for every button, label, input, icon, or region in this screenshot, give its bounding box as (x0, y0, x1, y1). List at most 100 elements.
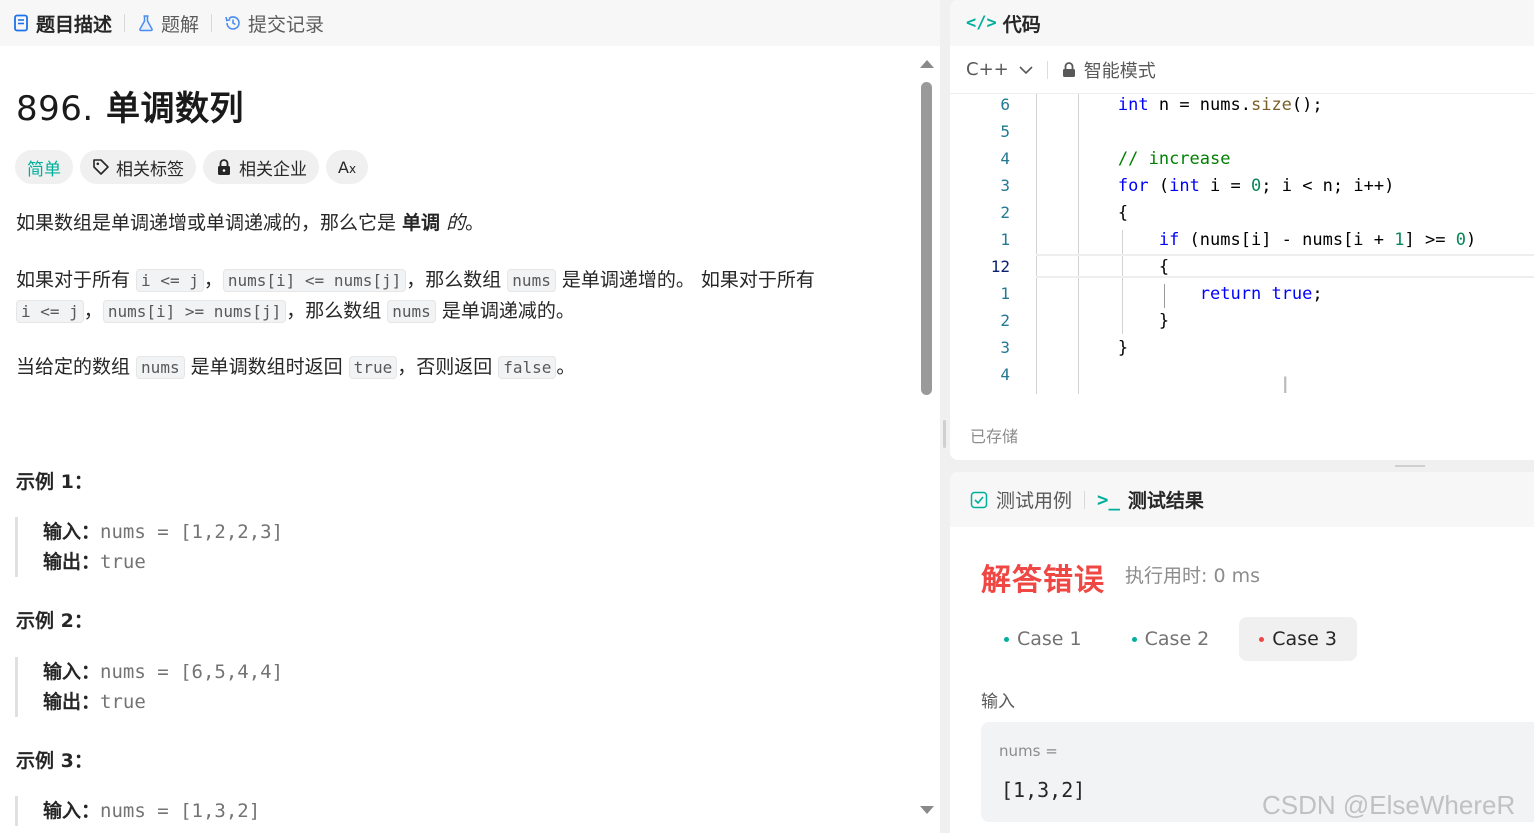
terminal-icon: >_ (1097, 488, 1120, 511)
tab-testresult-label: 测试结果 (1127, 490, 1204, 512)
horizontal-splitter[interactable] (950, 460, 1534, 472)
line-number-gutter: 6 5 4 3 2 1 12 1 2 3 4 (950, 94, 1010, 391)
input-variable-name: nums = (999, 742, 1058, 760)
line-number: 4 (1000, 365, 1010, 384)
input-label: 输入： (43, 800, 101, 822)
input-value: nums = [6,5,4,4] (100, 661, 284, 683)
translate-button[interactable]: Ax (326, 150, 369, 184)
line-number: 2 (1000, 311, 1010, 330)
example-2-title: 示例 2： (16, 610, 93, 632)
language-select[interactable]: C++ (966, 59, 1033, 80)
text: 是单调数组时返回 (184, 356, 349, 378)
tag-icon (93, 159, 109, 175)
problem-content: 896. 单调数列 简单 相关标签 相关企业 Ax 如果数组是单调递增或单调递减… (0, 46, 912, 833)
code-line: { (1036, 257, 1170, 277)
problem-name: 单调数列 (106, 89, 245, 129)
code-editor[interactable]: 6 5 4 3 2 1 12 1 2 3 4 int n = nums.size… (950, 94, 1534, 396)
line-number: 4 (1000, 149, 1010, 168)
topics-tag-button[interactable]: 相关标签 (80, 150, 196, 184)
code-panel: </> 代码 C++ 智能模式 6 5 4 3 2 1 12 1 2 3 4 i… (950, 0, 1534, 460)
companies-tag-button[interactable]: 相关企业 (203, 150, 319, 184)
line-number: 2 (1000, 203, 1010, 222)
code-line: // increase (1117, 149, 1231, 169)
example-3-block: 输入：nums = [1,3,2] (15, 796, 260, 826)
description-paragraph-2: 如果对于所有 i <= j， nums[i] <= nums[j] ，那么数组 nu… (16, 265, 906, 327)
case-2-tab[interactable]: Case 2 (1112, 617, 1230, 661)
result-panel: 测试用例 >_ 测试结果 解答错误 执行用时: 0 ms Case 1 Case… (950, 472, 1534, 833)
editor-toolbar: C++ 智能模式 (950, 46, 1534, 94)
code-line: int n = nums.size(); (1117, 95, 1323, 115)
language-label: C++ (966, 59, 1009, 80)
italic-text: 的 (446, 212, 466, 234)
text: ，否则返回 (397, 356, 499, 378)
problem-panel: 题目描述 题解 提交记录 896. 单调数列 简单 相关标签 相关企业 Ax 如… (0, 0, 940, 833)
inline-code: true (348, 356, 398, 379)
code-line: if (nums[i] - nums[i + 1] >= 0) (1158, 230, 1477, 250)
scroll-up-arrow-icon[interactable] (920, 60, 934, 68)
splitter-grip[interactable] (943, 420, 946, 448)
text: ， (83, 300, 103, 322)
tab-description-label: 题目描述 (36, 13, 113, 36)
example-1-title: 示例 1： (16, 471, 93, 493)
tab-testcases[interactable]: 测试用例 (970, 486, 1072, 513)
tab-divider (124, 14, 126, 32)
scrollbar[interactable] (916, 58, 938, 816)
runtime-text: 执行用时: 0 ms (1125, 565, 1260, 587)
chevron-down-icon (1019, 65, 1033, 74)
code-line: } (1036, 338, 1129, 358)
code-line: } (1036, 311, 1170, 331)
tab-submissions[interactable]: 提交记录 (224, 10, 324, 37)
inline-code: nums (507, 269, 556, 292)
case-label: Case 1 (1017, 628, 1082, 650)
tag-row: 简单 相关标签 相关企业 Ax (15, 150, 369, 184)
pass-dot-icon (1004, 636, 1009, 642)
current-line-number: 12 (990, 257, 1010, 276)
description-paragraph-1: 如果数组是单调递增或单调递减的，那么它是 单调 的。 (16, 208, 906, 239)
line-number: 3 (1000, 176, 1010, 195)
text: 如果对于所有 (16, 269, 137, 291)
save-status: 已存储 (970, 427, 1019, 446)
output-label: 输出： (43, 691, 101, 713)
line-number: 1 (1000, 230, 1010, 249)
example-2-block: 输入：nums = [6,5,4,4] 输出：true (15, 657, 283, 717)
code-lines: int n = nums.size(); // increase for (in… (1036, 94, 1534, 391)
tab-description[interactable]: 题目描述 (12, 10, 112, 37)
pass-dot-icon (1131, 636, 1137, 642)
mode-select[interactable]: 智能模式 (1062, 57, 1156, 83)
splitter-grip[interactable] (1395, 465, 1425, 467)
case-1-tab[interactable]: Case 1 (984, 617, 1102, 661)
text: 是单调递增的。 如果对于所有 (555, 269, 815, 291)
text: 。 (465, 212, 485, 234)
scroll-down-arrow-icon[interactable] (920, 806, 934, 814)
tab-testcases-label: 测试用例 (996, 490, 1073, 512)
text: ，那么数组 (406, 269, 508, 291)
difficulty-badge[interactable]: 简单 (15, 150, 73, 184)
inline-code: i <= j (136, 269, 204, 292)
text-cursor-icon: I (1282, 374, 1289, 400)
tab-solutions[interactable]: 题解 (137, 10, 199, 37)
text: ， (203, 269, 223, 291)
bold-text: 单调 (402, 212, 441, 234)
lock-icon (1062, 61, 1075, 77)
text: 是单调递减的。 (435, 300, 575, 322)
code-header: </> 代码 (950, 0, 1534, 46)
line-number: 5 (1000, 122, 1010, 141)
fail-dot-icon (1259, 636, 1265, 642)
flask-icon (139, 15, 153, 32)
translate-icon: Ax (338, 157, 357, 177)
difficulty-label: 简单 (27, 159, 61, 180)
inline-code: nums (136, 356, 185, 379)
doc-icon (14, 14, 28, 32)
mode-label: 智能模式 (1083, 60, 1156, 82)
case-3-tab[interactable]: Case 3 (1239, 617, 1357, 661)
scrollbar-thumb[interactable] (921, 82, 932, 395)
code-title: 代码 (1002, 13, 1041, 36)
vertical-splitter[interactable] (940, 0, 950, 833)
problem-number: 896. (16, 89, 94, 129)
inline-code: i <= j (16, 300, 84, 323)
tab-testresult[interactable]: >_ 测试结果 (1097, 486, 1204, 513)
input-section-label: 输入 (981, 692, 1015, 712)
result-tab-bar: 测试用例 >_ 测试结果 (950, 472, 1534, 527)
description-paragraph-3: 当给定的数组 nums 是单调数组时返回 true ，否则返回 false。 (16, 352, 906, 383)
